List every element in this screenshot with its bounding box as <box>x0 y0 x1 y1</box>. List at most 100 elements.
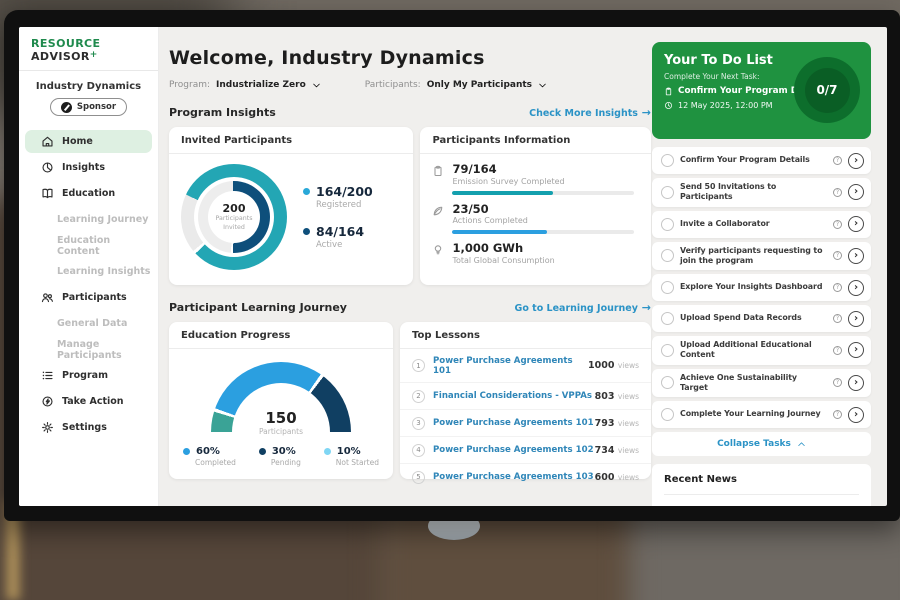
info-icon[interactable] <box>833 251 842 260</box>
stat-label: Emission Survey Completed <box>452 177 564 186</box>
task-open-button[interactable] <box>848 375 864 391</box>
legend-label: Pending <box>271 458 301 467</box>
lesson-link[interactable]: Power Purchase Agreements 103 <box>433 472 595 482</box>
logo-plus: + <box>90 50 98 60</box>
sidebar-item-label: Learning Journey <box>57 214 148 225</box>
collapse-tasks-button[interactable]: Collapse Tasks <box>652 432 871 456</box>
lesson-link[interactable]: Power Purchase Agreements 102 <box>433 445 595 455</box>
participants-label: Participants: <box>365 80 421 90</box>
stat-value: 79/164 <box>452 163 564 176</box>
sponsor-label: Sponsor <box>77 102 116 112</box>
lesson-row[interactable]: 2 Financial Considerations - VPPAs 803 v… <box>400 383 651 410</box>
sidebar-item-take-action[interactable]: Take Action <box>25 390 152 413</box>
info-icon[interactable] <box>833 410 842 419</box>
recent-news-card: Recent News <box>652 464 871 506</box>
donut-chart-area: 200 Participants Invited 164/200 Registe… <box>169 154 413 280</box>
task-checkbox[interactable] <box>661 186 674 199</box>
task-row[interactable]: Confirm Your Program Details <box>652 147 871 174</box>
info-icon[interactable] <box>833 378 842 387</box>
sidebar-item-label: Take Action <box>62 396 124 407</box>
sidebar-item-label: Learning Insights <box>57 266 150 277</box>
stat-total-consumption: 1,000 GWh Total Global Consumption <box>432 242 639 265</box>
lesson-link[interactable]: Power Purchase Agreements 101 <box>433 356 588 376</box>
sidebar-item-home[interactable]: Home <box>25 130 152 153</box>
sidebar-item-learning-insights[interactable]: Learning Insights <box>25 260 152 283</box>
task-checkbox[interactable] <box>661 408 674 421</box>
sidebar-item-learning-journey[interactable]: Learning Journey <box>25 208 152 231</box>
sidebar-item-participants[interactable]: Participants <box>25 286 152 309</box>
sidebar-item-label: Education Content <box>57 235 152 257</box>
task-row[interactable]: Verify participants requesting to join t… <box>652 242 871 271</box>
insights-cards-row: Invited Participants 200 Participants In… <box>169 127 651 285</box>
task-checkbox[interactable] <box>661 154 674 167</box>
todo-progress-count: 0/7 <box>816 83 837 97</box>
task-row[interactable]: Send 50 Invitations to Participants <box>652 178 871 207</box>
lesson-views-word: views <box>618 392 639 401</box>
sidebar-item-education-content[interactable]: Education Content <box>25 234 152 257</box>
task-checkbox[interactable] <box>661 218 674 231</box>
task-row[interactable]: Explore Your Insights Dashboard <box>652 274 871 301</box>
sidebar-item-general-data[interactable]: General Data <box>25 312 152 335</box>
legend-value: 60% <box>196 446 220 457</box>
task-checkbox[interactable] <box>661 312 674 325</box>
check-more-insights-link[interactable]: Check More Insights <box>529 106 651 119</box>
sidebar-item-settings[interactable]: Settings <box>25 416 152 439</box>
task-row[interactable]: Upload Spend Data Records <box>652 305 871 332</box>
sidebar-item-program[interactable]: Program <box>25 364 152 387</box>
task-row[interactable]: Upload Additional Educational Content <box>652 336 871 365</box>
info-icon[interactable] <box>833 220 842 229</box>
task-open-button[interactable] <box>848 184 864 200</box>
task-row[interactable]: Complete Your Learning Journey <box>652 401 871 428</box>
sidebar-item-education[interactable]: Education <box>25 182 152 205</box>
education-progress-card: Education Progress 150 Participants 60% … <box>169 322 393 479</box>
info-icon[interactable] <box>833 283 842 292</box>
info-icon[interactable] <box>833 314 842 323</box>
sidebar-item-manage-participants[interactable]: Manage Participants <box>25 338 152 361</box>
legend-value: 30% <box>272 446 296 457</box>
monitor-bezel: RESOURCE ADVISOR+ Industry Dynamics Spon… <box>4 10 900 521</box>
info-icon[interactable] <box>833 188 842 197</box>
task-checkbox[interactable] <box>661 344 674 357</box>
task-open-button[interactable] <box>848 280 864 296</box>
sidebar-item-label: Participants <box>62 292 127 303</box>
program-dropdown[interactable]: Program: Industrialize Zero <box>169 80 321 90</box>
lesson-row[interactable]: 4 Power Purchase Agreements 102 734 view… <box>400 437 651 464</box>
task-checkbox[interactable] <box>661 376 674 389</box>
info-icon[interactable] <box>833 346 842 355</box>
todo-panel: Your To Do List Complete Your Next Task:… <box>652 42 871 139</box>
chevron-up-icon <box>797 440 806 449</box>
lesson-row[interactable]: 5 Power Purchase Agreements 103 600 view… <box>400 464 651 490</box>
clipboard-icon <box>664 87 673 96</box>
section-title: Program Insights <box>169 106 276 119</box>
legend-label: Active <box>316 240 373 250</box>
legend-pending: 30% Pending <box>259 446 301 467</box>
task-open-button[interactable] <box>848 311 864 327</box>
legend-active: 84/164 Active <box>303 224 373 250</box>
todo-due-label: 12 May 2025, 12:00 PM <box>678 101 773 110</box>
stat-emission-survey: 79/164 Emission Survey Completed <box>432 163 639 195</box>
sidebar-item-insights[interactable]: Insights <box>25 156 152 179</box>
sidebar-item-label: General Data <box>57 318 127 329</box>
lesson-row[interactable]: 3 Power Purchase Agreements 101 793 view… <box>400 410 651 437</box>
task-open-button[interactable] <box>848 407 864 423</box>
task-row[interactable]: Invite a Collaborator <box>652 211 871 238</box>
lesson-link[interactable]: Financial Considerations - VPPAs <box>433 391 595 401</box>
info-icon[interactable] <box>833 156 842 165</box>
clock-icon <box>664 101 673 110</box>
task-checkbox[interactable] <box>661 249 674 262</box>
program-list-icon <box>41 369 54 382</box>
main-content: Welcome, Industry Dynamics Program: Indu… <box>169 27 651 479</box>
task-row[interactable]: Achieve One Sustainability Target <box>652 369 871 398</box>
sponsor-badge[interactable]: Sponsor <box>50 98 127 116</box>
task-open-button[interactable] <box>848 216 864 232</box>
participants-value: Only My Participants <box>427 80 532 90</box>
task-open-button[interactable] <box>848 248 864 264</box>
go-to-learning-journey-link[interactable]: Go to Learning Journey <box>515 301 651 314</box>
participants-dropdown[interactable]: Participants: Only My Participants <box>365 80 547 90</box>
task-open-button[interactable] <box>848 153 864 169</box>
lesson-link[interactable]: Power Purchase Agreements 101 <box>433 418 595 428</box>
task-open-button[interactable] <box>848 342 864 358</box>
task-checkbox[interactable] <box>661 281 674 294</box>
donut-center-value: 200 <box>223 202 246 215</box>
lesson-row[interactable]: 1 Power Purchase Agreements 101 1000 vie… <box>400 349 651 383</box>
